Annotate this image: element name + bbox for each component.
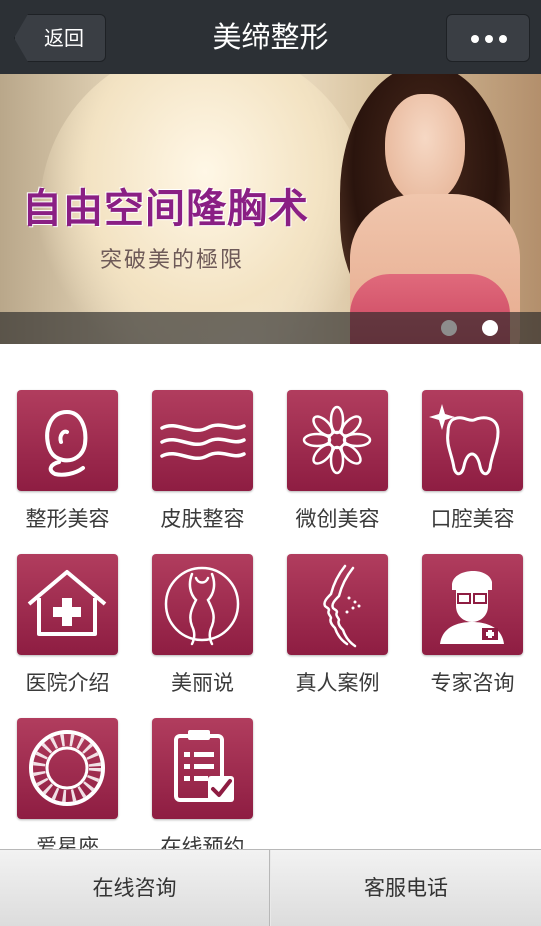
menu-item-label: 专家咨询	[430, 671, 515, 695]
menu-item-label: 整形美容	[25, 507, 110, 531]
customer-service-phone-button[interactable]: 客服电话	[271, 850, 541, 926]
bottom-action-bar: 在线咨询 客服电话	[0, 849, 541, 926]
menu-item-hospital-intro[interactable]: 医院介绍	[17, 554, 118, 704]
menu-item-plastic-surgery[interactable]: 整形美容	[17, 390, 118, 540]
menu-item-label: 口腔美容	[430, 507, 515, 531]
menu-item-label: 医院介绍	[25, 671, 110, 695]
carousel-dot-2[interactable]	[482, 320, 498, 336]
top-navigation-bar: 返回 美缔整形	[0, 0, 541, 74]
menu-item-online-booking[interactable]: 在线预约	[152, 718, 253, 849]
menu-item-skin-care[interactable]: 皮肤整容	[152, 390, 253, 540]
menu-item-minimally-invasive[interactable]: 微创美容	[287, 390, 388, 540]
skin-waves-icon	[152, 390, 253, 491]
banner-headline: 自由空间隆胸术	[22, 186, 309, 232]
carousel-dot-1[interactable]	[441, 320, 457, 336]
doctor-icon	[422, 554, 523, 655]
face-profile-icon	[17, 390, 118, 491]
carousel-indicator-bar	[0, 312, 541, 344]
menu-item-zodiac[interactable]: 爱星座	[17, 718, 118, 849]
menu-item-beauty-talk[interactable]: 美丽说	[152, 554, 253, 704]
banner-subline: 突破美的極限	[100, 248, 245, 273]
menu-item-label: 皮肤整容	[160, 507, 245, 531]
menu-item-label: 真人案例	[295, 671, 380, 695]
menu-item-label: 微创美容	[295, 507, 380, 531]
banner-model-face	[385, 94, 465, 204]
menu-item-label: 爱星座	[36, 835, 99, 849]
hospital-house-icon	[17, 554, 118, 655]
clipboard-check-icon	[152, 718, 253, 819]
service-menu-grid: 整形美容 皮肤整容 微创美容 口腔美容 医院介绍 美丽说 真人案例 专家咨询 爱…	[0, 344, 541, 849]
woman-silhouette-icon	[152, 554, 253, 655]
tooth-icon	[422, 390, 523, 491]
flower-icon	[287, 390, 388, 491]
promo-banner[interactable]: 自由空间隆胸术 突破美的極限	[0, 74, 541, 344]
menu-item-real-cases[interactable]: 真人案例	[287, 554, 388, 704]
menu-item-dental[interactable]: 口腔美容	[422, 390, 523, 540]
online-consult-button[interactable]: 在线咨询	[0, 850, 270, 926]
face-side-icon	[287, 554, 388, 655]
menu-item-label: 在线预约	[160, 835, 245, 849]
more-dots-icon	[471, 35, 507, 43]
menu-item-label: 美丽说	[171, 671, 234, 695]
zodiac-wheel-icon	[17, 718, 118, 819]
menu-item-expert-consult[interactable]: 专家咨询	[422, 554, 523, 704]
more-options-button[interactable]	[446, 14, 530, 62]
